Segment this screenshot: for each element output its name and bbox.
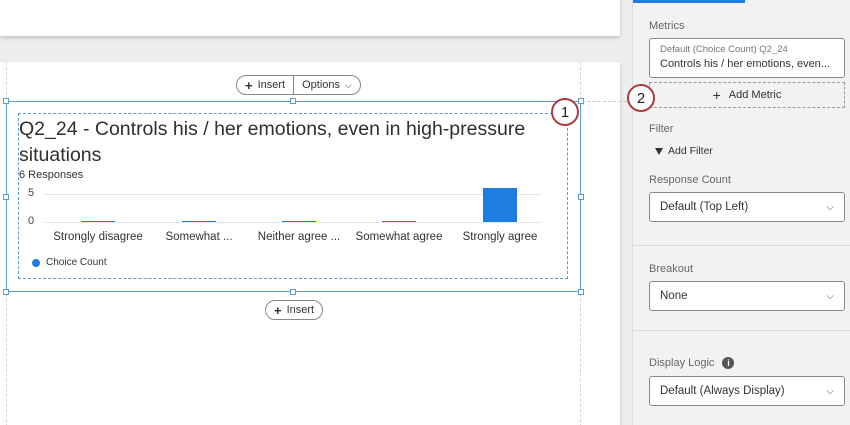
widget-settings-panel: Metrics Default (Choice Count) Q2_24 Con… bbox=[632, 0, 850, 425]
chevron-down-icon: ⌵ bbox=[826, 385, 834, 397]
add-metric-button[interactable]: + Add Metric bbox=[649, 82, 845, 108]
display-logic-select[interactable]: Default (Always Display) ⌵ bbox=[649, 376, 845, 406]
resize-handle-top[interactable] bbox=[290, 98, 296, 104]
metrics-label: Metrics bbox=[649, 20, 685, 32]
add-metric-label: Add Metric bbox=[728, 89, 782, 101]
response-count-select[interactable]: Default (Top Left) ⌵ bbox=[649, 192, 845, 222]
resize-handle-top-left[interactable] bbox=[3, 98, 9, 104]
x-tick-label: Neither agree ... bbox=[257, 231, 341, 243]
info-icon[interactable]: i bbox=[722, 357, 735, 370]
x-tick-label: Somewhat ... bbox=[165, 231, 233, 243]
add-filter-label: Add Filter bbox=[668, 145, 713, 157]
insert-label: Insert bbox=[257, 79, 286, 91]
chevron-down-icon: ⌵ bbox=[345, 79, 352, 90]
plus-icon: + bbox=[712, 87, 721, 103]
display-logic-text: Display Logic bbox=[649, 357, 715, 369]
legend-label: Choice Count bbox=[46, 257, 107, 268]
y-tick-label: 0 bbox=[28, 215, 35, 227]
metric-name: Controls his / her emotions, even... bbox=[660, 58, 830, 70]
plus-icon: + bbox=[245, 77, 253, 93]
callout-badge-2: 2 bbox=[627, 84, 655, 112]
insert-below-button[interactable]: + Insert bbox=[266, 301, 322, 319]
chart-legend: Choice Count bbox=[32, 257, 107, 268]
section-divider bbox=[633, 330, 850, 331]
x-tick-label: Strongly disagree bbox=[53, 231, 143, 243]
insert-button[interactable]: + Insert bbox=[237, 76, 293, 94]
chart-bar[interactable] bbox=[382, 220, 416, 222]
breakout-value: None bbox=[660, 290, 688, 302]
response-count: 6 Responses bbox=[19, 169, 84, 181]
options-label: Options bbox=[302, 79, 341, 91]
previous-page-card bbox=[0, 0, 620, 36]
chevron-down-icon: ⌵ bbox=[826, 201, 834, 213]
display-logic-label: Display Logic i bbox=[649, 357, 735, 370]
resize-handle-bottom-right[interactable] bbox=[578, 289, 584, 295]
x-tick-label: Strongly agree bbox=[462, 231, 538, 243]
insert-below-group: + Insert bbox=[265, 300, 324, 320]
resize-handle-right[interactable] bbox=[578, 194, 584, 200]
legend-swatch bbox=[32, 258, 40, 267]
options-button[interactable]: Options ⌵ bbox=[293, 76, 360, 94]
x-tick-label: Somewhat agree bbox=[355, 231, 443, 243]
chart-bar[interactable] bbox=[81, 220, 115, 222]
gridline bbox=[44, 222, 542, 223]
y-tick-label: 5 bbox=[28, 187, 35, 199]
metric-subtitle: Default (Choice Count) Q2_24 bbox=[660, 44, 788, 55]
breakout-label: Breakout bbox=[649, 263, 694, 275]
add-filter-button[interactable]: Add Filter bbox=[655, 145, 713, 157]
guide-line bbox=[582, 101, 632, 102]
chart-bar[interactable] bbox=[282, 220, 316, 222]
filter-label: Filter bbox=[649, 123, 674, 135]
response-count-label: Response Count bbox=[649, 174, 731, 186]
plus-icon: + bbox=[274, 302, 282, 318]
breakout-select[interactable]: None ⌵ bbox=[649, 281, 845, 311]
display-logic-value: Default (Always Display) bbox=[660, 385, 785, 397]
chart-bar[interactable] bbox=[483, 188, 517, 222]
active-tab-indicator bbox=[633, 0, 745, 3]
metric-item[interactable]: Default (Choice Count) Q2_24 Controls hi… bbox=[649, 38, 845, 78]
resize-handle-bottom-left[interactable] bbox=[3, 289, 9, 295]
section-divider bbox=[633, 245, 850, 246]
chart-bar[interactable] bbox=[182, 220, 216, 222]
resize-handle-left[interactable] bbox=[3, 194, 9, 200]
resize-handle-bottom[interactable] bbox=[290, 289, 296, 295]
chevron-down-icon: ⌵ bbox=[826, 290, 834, 302]
response-count-value: Default (Top Left) bbox=[660, 201, 749, 213]
report-canvas: + Insert Options ⌵ Q2_24 - Controls his … bbox=[0, 0, 632, 425]
callout-badge-1: 1 bbox=[551, 98, 579, 126]
filter-icon bbox=[655, 147, 663, 155]
widget-title[interactable]: Q2_24 - Controls his / her emotions, eve… bbox=[19, 116, 559, 168]
insert-options-group: + Insert Options ⌵ bbox=[236, 75, 361, 95]
insert-below-label: Insert bbox=[286, 304, 315, 316]
gridline bbox=[44, 194, 542, 195]
